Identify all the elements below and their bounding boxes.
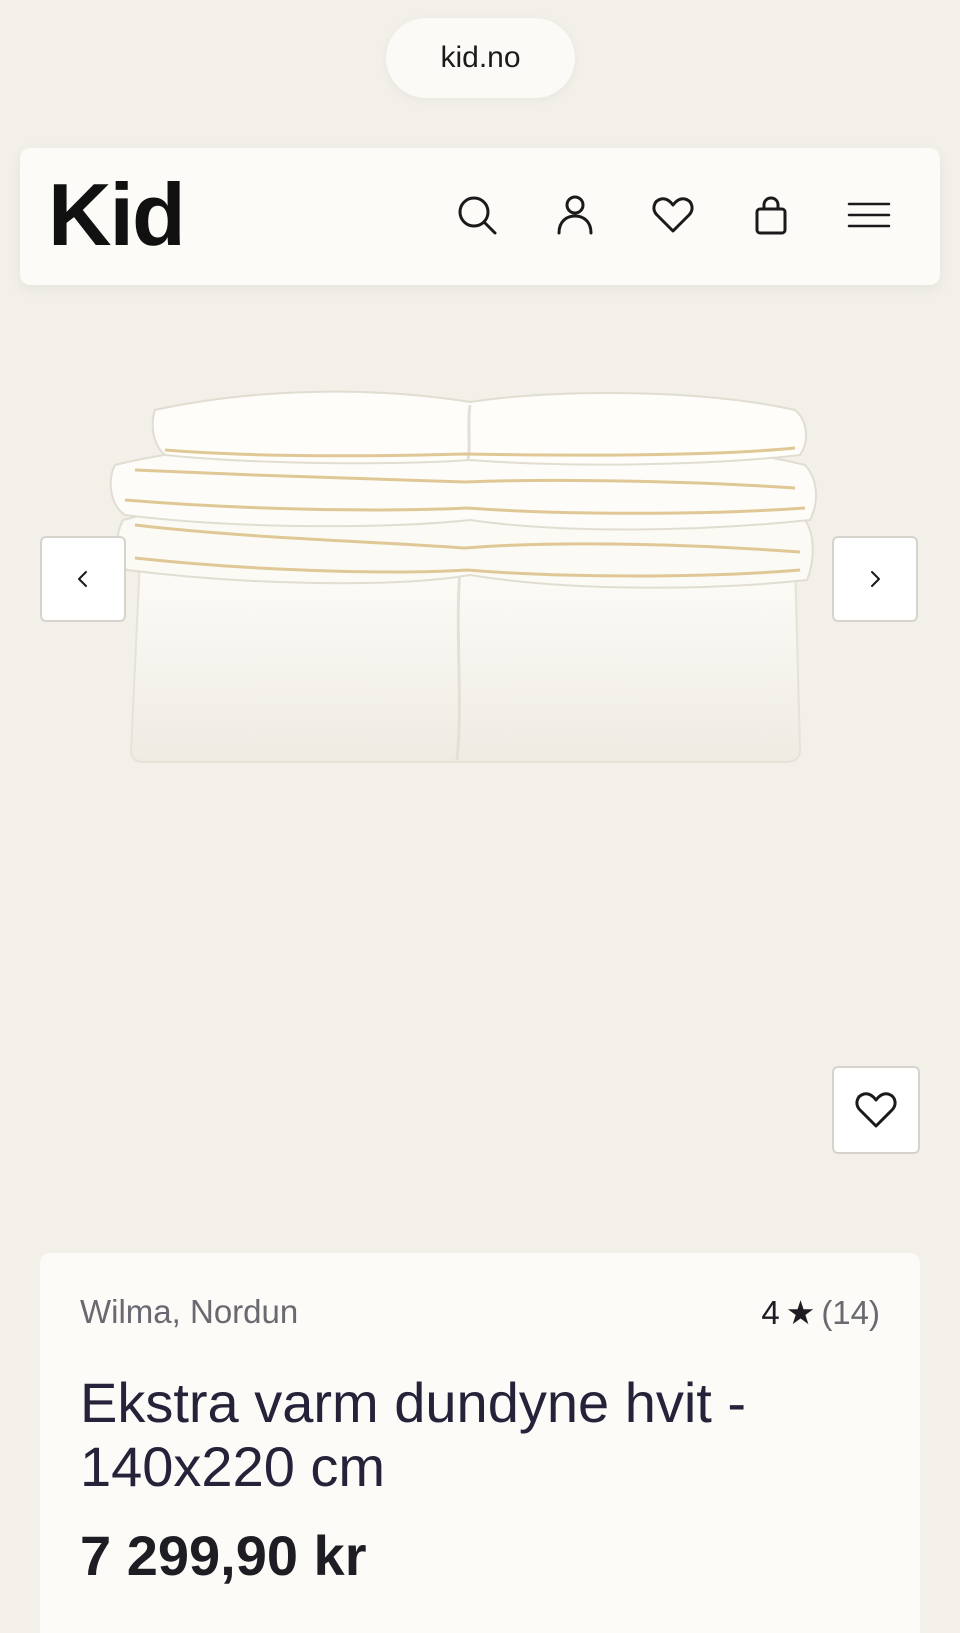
product-price: 7 299,90 kr [80,1524,367,1587]
url-text: kid.no [440,41,521,74]
previous-image-button[interactable] [40,536,126,622]
heart-icon [855,1092,897,1128]
product-title: Ekstra varm dundyne hvit - 140x220 cm [80,1371,747,1498]
menu-icon[interactable] [844,190,894,240]
product-brand[interactable]: Wilma, Nordun [80,1293,298,1331]
heart-icon[interactable] [648,190,698,240]
next-image-button[interactable] [832,536,918,622]
add-to-wishlist-button[interactable] [832,1066,920,1154]
product-info-card: Wilma, Nordun 4 ★ (14) Ekstra varm dundy… [40,1253,920,1633]
bag-icon[interactable] [746,190,796,240]
star-icon: ★ [785,1294,816,1331]
rating-value: 4 [761,1293,780,1331]
rating-count: (14) [821,1293,880,1331]
product-image [109,390,817,763]
product-rating[interactable]: 4 ★ (14) [761,1293,880,1332]
chevron-right-icon [871,571,880,587]
chevron-left-icon [78,571,87,587]
product-gallery[interactable] [0,285,960,1215]
search-icon[interactable] [452,190,502,240]
url-bar[interactable]: kid.no [386,18,575,98]
logo[interactable]: Kid [48,170,186,260]
user-icon[interactable] [550,190,600,240]
site-header: Kid [20,148,940,285]
